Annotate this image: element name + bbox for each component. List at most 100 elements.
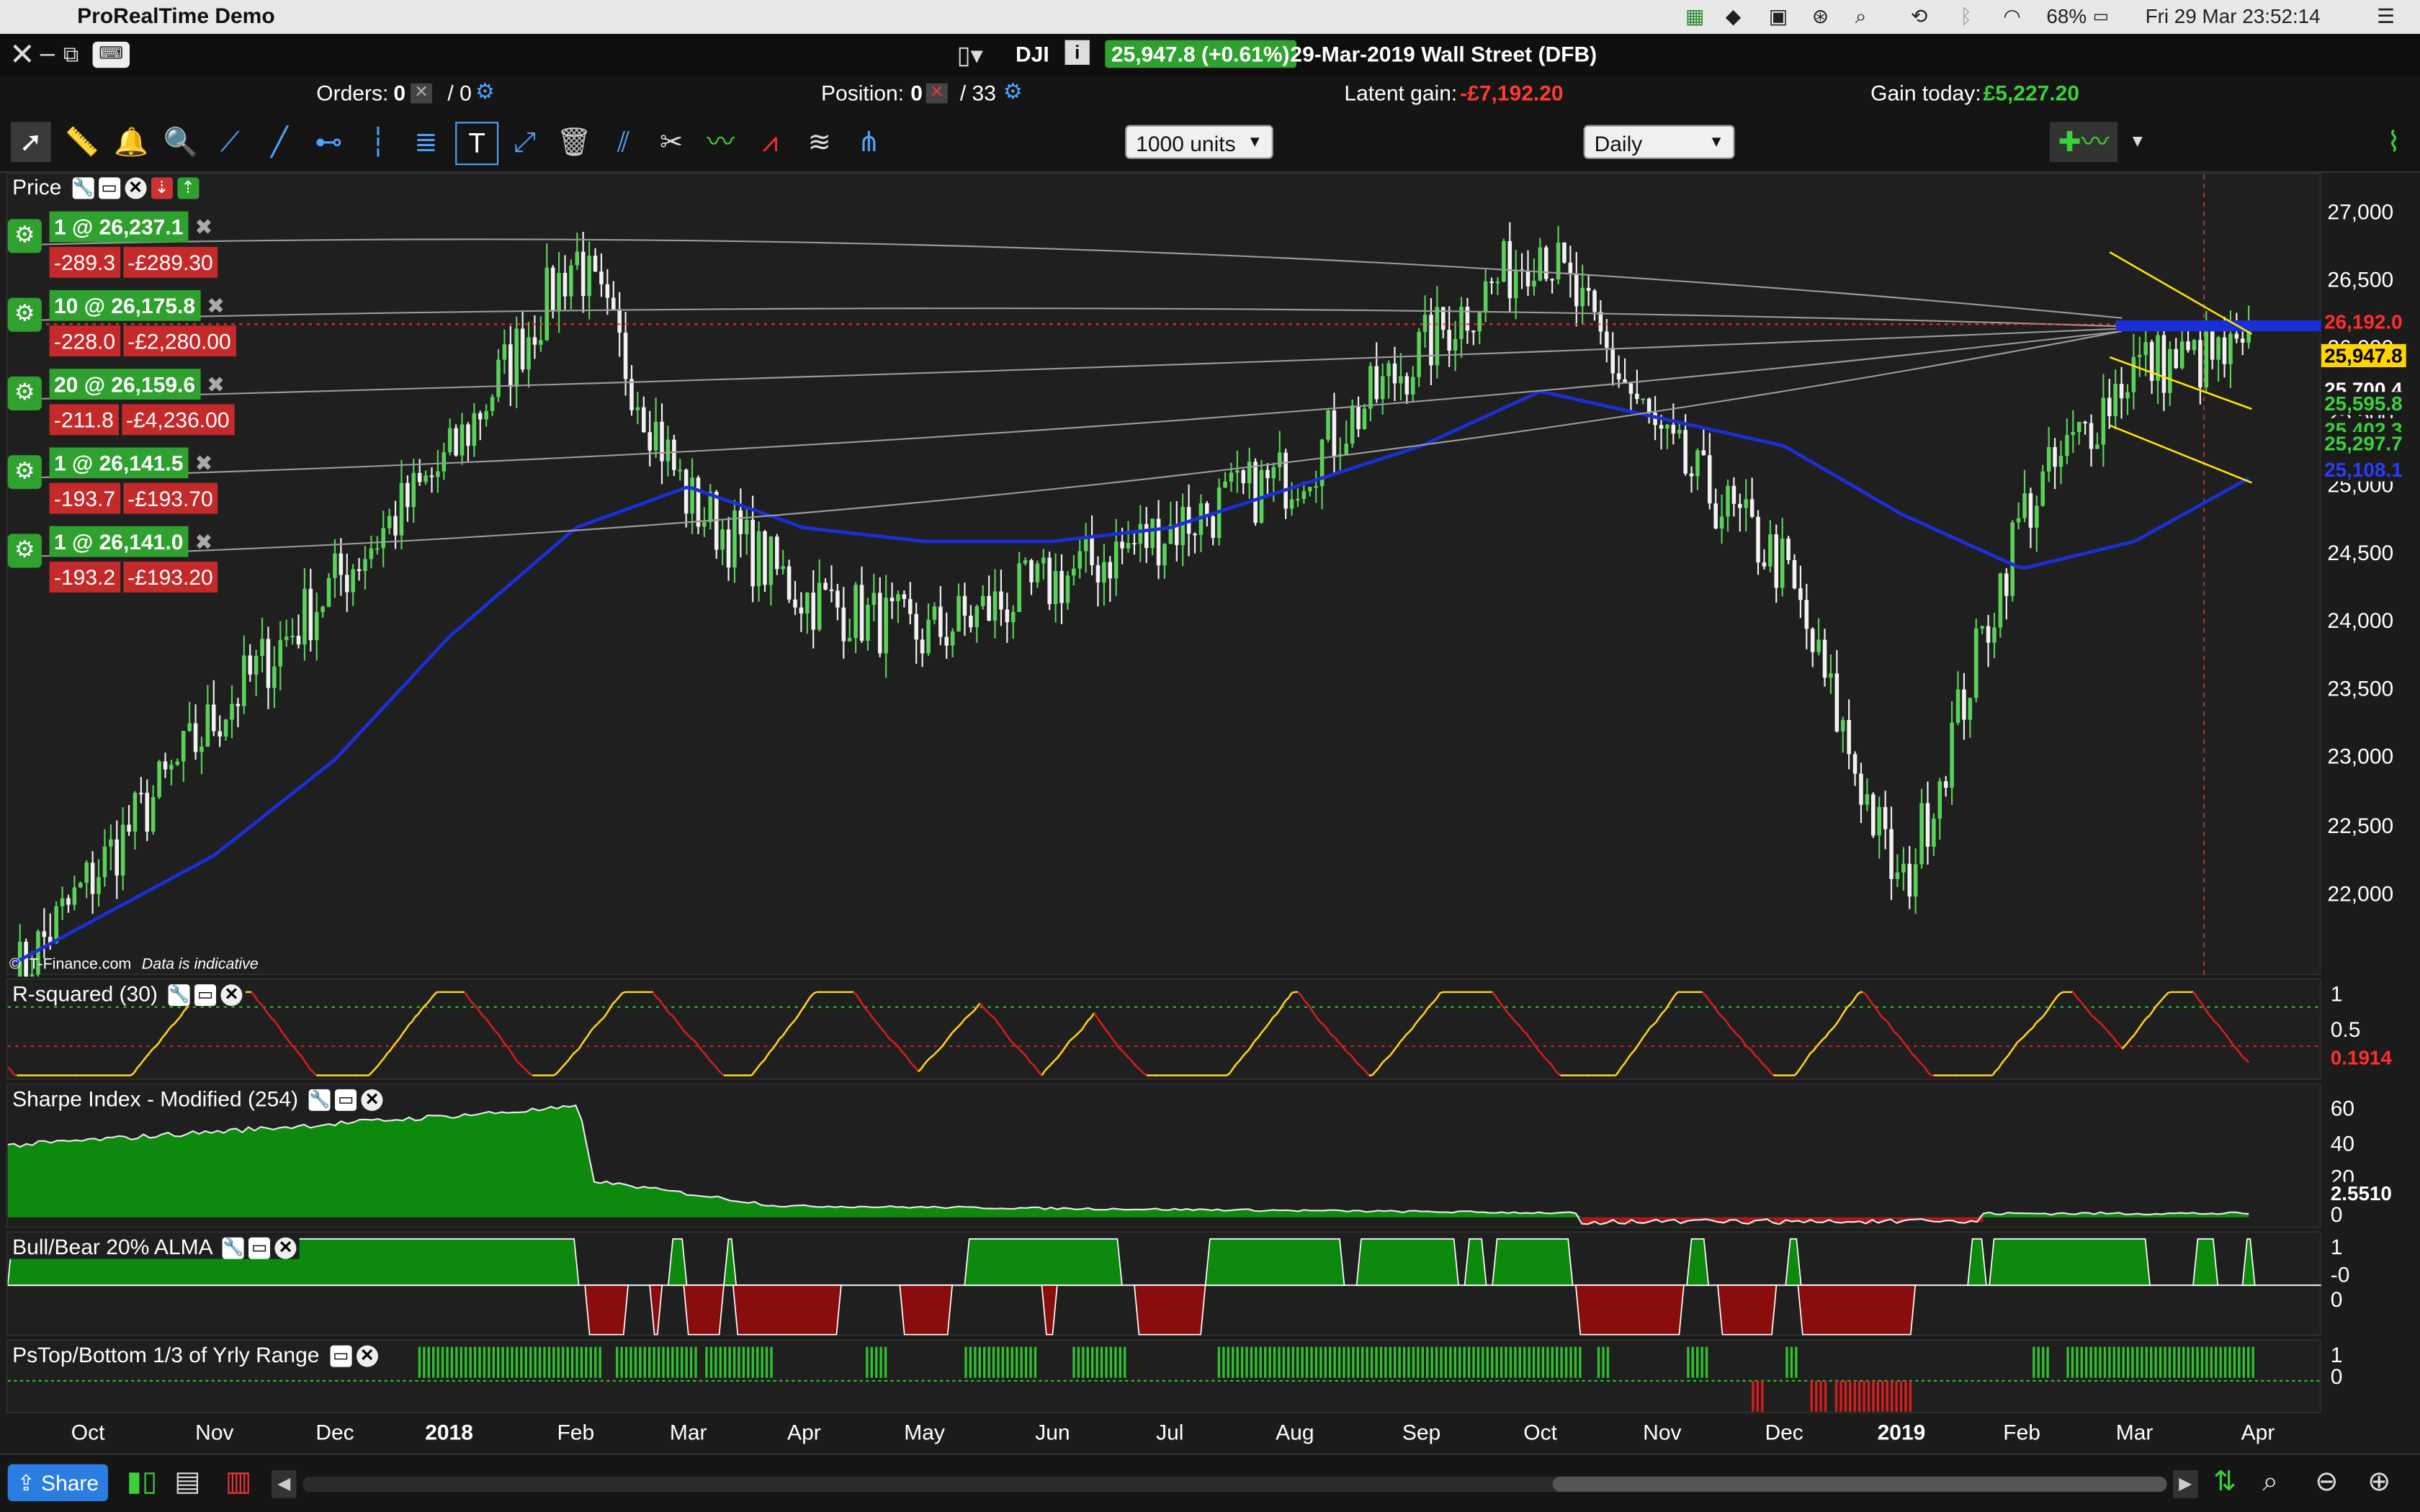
gear-icon[interactable]: ⚙ [7, 297, 42, 332]
window-icon[interactable]: ▣ [1769, 4, 1788, 29]
tools-icon[interactable]: ✂ [651, 122, 691, 162]
candles-icon[interactable]: ▮▯ [127, 1466, 157, 1498]
restore-icon[interactable]: ⧉ [63, 42, 79, 68]
battery-icon[interactable]: ▭ [2093, 6, 2109, 27]
list-icon[interactable]: ▤ [174, 1466, 200, 1498]
pitchfork-icon[interactable]: ⋔ [849, 122, 889, 162]
window-icon[interactable]: ▭ [98, 178, 120, 200]
window-icon[interactable]: ▭ [248, 1238, 271, 1260]
order-title[interactable]: 1 @ 26,237.1 [49, 211, 188, 243]
gann-fan-icon[interactable]: ≋ [799, 122, 840, 162]
app-name[interactable]: ProRealTime Demo [77, 3, 275, 27]
price-chart[interactable] [7, 174, 2323, 977]
spotlight-icon[interactable]: ⌕ [1855, 4, 1867, 29]
horizontal-line-icon[interactable]: ⊷ [309, 122, 349, 162]
move-up-icon[interactable]: ⇡ [176, 178, 199, 200]
close-icon[interactable]: ✕ [356, 1346, 378, 1368]
chart-type-icon[interactable]: ▥ [225, 1466, 251, 1498]
close-icon[interactable]: ✕ [9, 35, 35, 74]
minimize-icon[interactable]: – [40, 39, 55, 70]
close-icon[interactable]: ✖ [194, 451, 212, 475]
price-y-axis[interactable]: 27,00026,50026,00025,50025,00024,50024,0… [2321, 173, 2420, 976]
close-icon[interactable]: ✖ [194, 529, 212, 554]
keyboard-icon[interactable]: ⌨ [92, 41, 130, 68]
units-select[interactable]: 1000 units ▼ [1125, 125, 1273, 159]
accessibility-icon[interactable]: ⊛ [1812, 4, 1829, 29]
window-icon[interactable]: ▭ [194, 984, 217, 1007]
line-tool-icon[interactable]: ╱ [259, 122, 300, 162]
candlestick-type-icon[interactable]: ▯▾ [957, 40, 983, 71]
channel-tool-icon[interactable]: ⫽ [604, 122, 644, 162]
close-positions-icon[interactable]: ✕ [926, 83, 948, 104]
bullbear-panel[interactable] [6, 1231, 2323, 1338]
gear-icon[interactable]: ⚙ [7, 534, 42, 568]
timeframe-select[interactable]: Daily ▼ [1583, 125, 1735, 159]
rsquared-segment [1065, 1040, 1071, 1046]
rsquared-chart[interactable] [7, 980, 2323, 1081]
symbol[interactable]: DJI [1016, 42, 1049, 66]
order-title[interactable]: 1 @ 26,141.5 [49, 447, 188, 479]
fibonacci-icon[interactable]: ≣ [406, 122, 447, 162]
scroll-right-icon[interactable]: ▶ [2173, 1470, 2198, 1498]
battery-percent[interactable]: 68% [2046, 4, 2087, 27]
order-title[interactable]: 10 @ 26,175.8 [49, 289, 200, 321]
segment-tool-icon[interactable]: ⟋ [210, 122, 250, 162]
position-settings-icon[interactable]: ⚙ [1003, 78, 1023, 104]
trash-icon[interactable]: 🗑 [554, 122, 594, 162]
zoom-out-icon[interactable]: ⊖ [2315, 1466, 2338, 1498]
window-icon[interactable]: ▭ [335, 1089, 357, 1112]
zoom-tool-icon[interactable]: 🔍 [161, 122, 201, 162]
close-icon[interactable]: ✖ [207, 293, 225, 318]
arrow-tool-icon[interactable]: ⤢ [505, 122, 545, 162]
text-tool-icon[interactable]: T [455, 122, 499, 166]
orders-settings-icon[interactable]: ⚙ [475, 78, 495, 104]
wrench-icon[interactable]: 🔧 [72, 178, 94, 200]
rsquared-panel[interactable] [6, 978, 2323, 1081]
close-icon[interactable]: ✕ [274, 1238, 297, 1260]
add-indicator-icon[interactable]: ✚〰 [2049, 122, 2118, 162]
scrollbar-thumb[interactable] [1552, 1476, 2167, 1493]
zoom-in-icon[interactable]: ⊕ [2367, 1466, 2390, 1498]
cancel-orders-icon[interactable]: ✕ [411, 83, 432, 104]
dropbox-icon[interactable]: ◆ [1726, 4, 1741, 29]
time-machine-icon[interactable]: ⟲ [1911, 4, 1927, 29]
order-title[interactable]: 1 @ 26,141.0 [49, 526, 188, 557]
pattern-icon[interactable]: ⩘ [750, 122, 790, 162]
bluetooth-icon[interactable]: ᛒ [1960, 4, 1972, 27]
close-icon[interactable]: ✖ [207, 372, 225, 396]
alert-bell-icon[interactable]: 🔔 [111, 122, 151, 162]
window-icon[interactable]: ▭ [330, 1346, 352, 1368]
share-button[interactable]: ⇪ Share [7, 1464, 108, 1501]
close-icon[interactable]: ✕ [125, 178, 147, 200]
close-icon[interactable]: ✕ [361, 1089, 383, 1112]
scroll-left-icon[interactable]: ◀ [272, 1470, 297, 1498]
wrench-icon[interactable]: 🔧 [222, 1238, 244, 1260]
menu-list-icon[interactable]: ☰ [2377, 4, 2395, 29]
price-chart-panel[interactable] [6, 173, 2323, 977]
chart-settings-icon[interactable]: ⌇ [2377, 122, 2411, 162]
zoom-fit-icon[interactable]: ⌕ [2262, 1466, 2278, 1498]
info-icon[interactable]: i [1065, 40, 1090, 65]
pointer-tool-icon[interactable]: ➚ [11, 122, 51, 162]
vertical-line-icon[interactable]: ┆ [358, 122, 398, 162]
ruler-tool-icon[interactable]: 📏 [62, 122, 102, 162]
wrench-icon[interactable]: 🔧 [308, 1089, 331, 1112]
close-icon[interactable]: ✕ [220, 984, 243, 1007]
bullbear-chart[interactable] [7, 1233, 2323, 1338]
time-x-axis[interactable]: Oct Nov Dec 2018 Feb Mar Apr May Jun Jul Aug Sep Oct… [0, 1414, 2420, 1454]
pstop-top-bar [1236, 1346, 1239, 1378]
time-scrollbar[interactable] [302, 1476, 2167, 1493]
indicator-add-icon[interactable]: 〰 [701, 122, 741, 162]
clock[interactable]: Fri 29 Mar 23:52:14 [2146, 4, 2321, 27]
gear-icon[interactable]: ⚙ [7, 455, 42, 490]
autoscale-icon[interactable]: ⇅ [2213, 1466, 2236, 1498]
chevron-down-icon[interactable]: ▼ [2118, 122, 2158, 162]
gear-icon[interactable]: ⚙ [7, 376, 42, 410]
close-icon[interactable]: ✖ [194, 215, 212, 239]
status-icon[interactable]: ▦ [1685, 4, 1704, 29]
gear-icon[interactable]: ⚙ [7, 219, 42, 253]
wifi-icon[interactable]: ◠ [2003, 4, 2020, 29]
wrench-icon[interactable]: 🔧 [168, 984, 190, 1007]
order-title[interactable]: 20 @ 26,159.6 [49, 369, 200, 400]
move-down-icon[interactable]: ⇣ [151, 178, 173, 200]
